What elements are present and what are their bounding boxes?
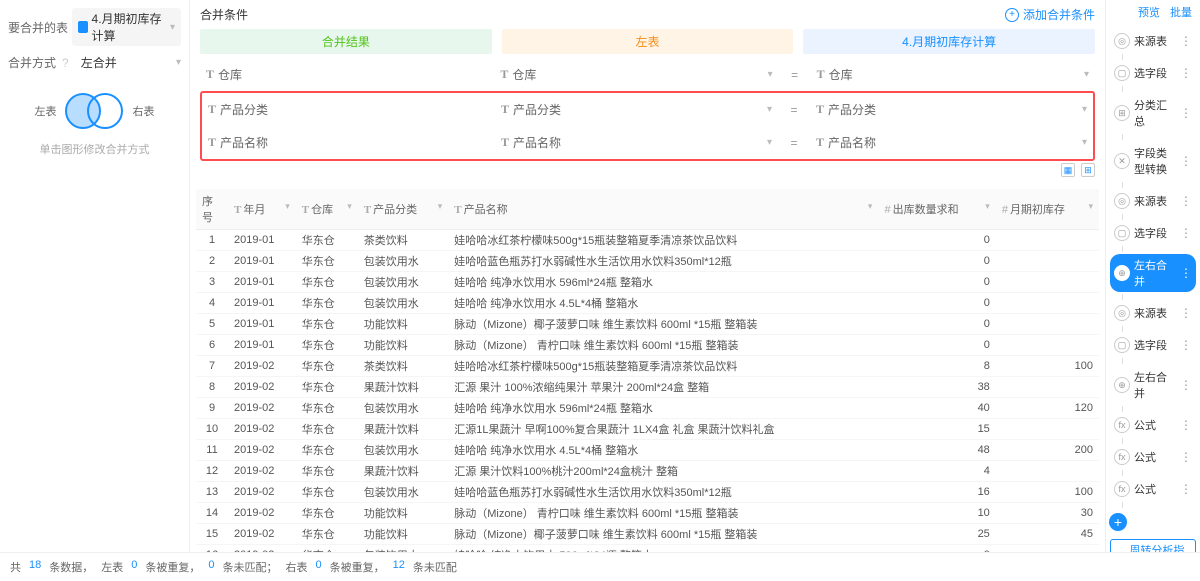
step-icon: ⊕ <box>1114 265 1130 281</box>
step-item[interactable]: ◎来源表⋮ <box>1110 302 1196 324</box>
step-icon: ◎ <box>1114 33 1130 49</box>
venn-diagram[interactable] <box>65 91 125 131</box>
more-icon[interactable]: ⋮ <box>1180 482 1192 496</box>
cond-result-field[interactable]: T产品名称 <box>202 130 485 155</box>
venn-right-label: 右表 <box>133 103 155 119</box>
table-view-icon-2[interactable]: ⊞ <box>1081 163 1095 177</box>
more-icon[interactable]: ⋮ <box>1180 306 1192 320</box>
step-item[interactable]: ◎来源表⋮ <box>1110 30 1196 52</box>
more-icon[interactable]: ⋮ <box>1180 226 1192 240</box>
more-icon[interactable]: ⋮ <box>1180 194 1192 208</box>
venn-left-label: 左表 <box>35 103 57 119</box>
step-icon: fx <box>1114 449 1130 465</box>
step-item[interactable]: fx公式⋮ <box>1110 414 1196 436</box>
step-icon: ◎ <box>1114 305 1130 321</box>
more-icon[interactable]: ⋮ <box>1180 66 1192 80</box>
more-icon[interactable]: ⋮ <box>1180 106 1192 120</box>
table-row[interactable]: 12019-01华东仓茶类饮料娃哈哈冰红茶柠檬味500g*15瓶装整箱夏季清凉茶… <box>196 230 1099 251</box>
cond-left-field[interactable]: T产品分类▾ <box>495 97 778 122</box>
footer-stats: 共18条数据， 左表0条被重复， 0条未匹配； 右表0条被重复， 12条未匹配 <box>0 552 1200 581</box>
add-step-button[interactable]: + <box>1109 513 1127 531</box>
table-row[interactable]: 142019-02华东仓功能饮料脉动（Mizone） 青柠口味 维生素饮料 60… <box>196 503 1099 524</box>
step-item[interactable]: ⊕左右合并⋮ <box>1110 254 1196 292</box>
data-table: 序号 T年月▾ T仓库▾ T产品分类▾ T产品名称▾ #出库数量求和▾ #月期初… <box>196 189 1099 581</box>
equals-icon: = <box>788 103 800 117</box>
table-icon <box>78 21 88 33</box>
step-icon: fx <box>1114 417 1130 433</box>
venn-hint: 单击图形修改合并方式 <box>8 141 181 157</box>
col-out-qty[interactable]: #出库数量求和▾ <box>878 189 995 230</box>
batch-link[interactable]: 批量 <box>1170 4 1192 20</box>
more-icon[interactable]: ⋮ <box>1180 266 1192 280</box>
step-icon: fx <box>1114 481 1130 497</box>
table-view-icon[interactable]: ▦ <box>1061 163 1075 177</box>
cond-left-field[interactable]: T仓库▾ <box>494 62 778 87</box>
step-item[interactable]: ⊕左右合并⋮ <box>1110 366 1196 404</box>
table-merge-value: 4.月期初库存计算 <box>92 10 166 44</box>
step-icon: ▢ <box>1114 337 1130 353</box>
add-condition-button[interactable]: + 添加合并条件 <box>1005 6 1095 23</box>
table-row[interactable]: 92019-02华东仓包装饮用水娃哈哈 纯净水饮用水 596ml*24瓶 整箱水… <box>196 398 1099 419</box>
step-item[interactable]: ✕字段类型转换⋮ <box>1110 142 1196 180</box>
cond-result-field[interactable]: T产品分类 <box>202 97 485 122</box>
table-row[interactable]: 32019-01华东仓包装饮用水娃哈哈 纯净水饮用水 596ml*24瓶 整箱水… <box>196 272 1099 293</box>
more-icon[interactable]: ⋮ <box>1180 338 1192 352</box>
more-icon[interactable]: ⋮ <box>1180 450 1192 464</box>
col-product[interactable]: T产品名称▾ <box>448 189 878 230</box>
cond-left-field[interactable]: T产品名称▾ <box>495 130 778 155</box>
step-item[interactable]: fx公式⋮ <box>1110 478 1196 500</box>
col-warehouse[interactable]: T仓库▾ <box>296 189 358 230</box>
equals-icon: = <box>788 136 800 150</box>
step-icon: ✕ <box>1114 153 1130 169</box>
step-item[interactable]: fx公式⋮ <box>1110 446 1196 468</box>
step-icon: ⊞ <box>1114 105 1130 121</box>
cond-result-field[interactable]: T仓库 <box>200 62 484 87</box>
cond-col-right: 4.月期初库存计算 <box>803 29 1095 54</box>
more-icon[interactable]: ⋮ <box>1180 34 1192 48</box>
more-icon[interactable]: ⋮ <box>1180 418 1192 432</box>
chevron-down-icon[interactable]: ▾ <box>176 57 181 68</box>
chevron-down-icon: ▾ <box>170 22 175 33</box>
help-icon[interactable]: ? <box>62 56 69 70</box>
cond-col-result: 合并结果 <box>200 29 492 54</box>
step-item[interactable]: ⊞分类汇总⋮ <box>1110 94 1196 132</box>
cond-right-field[interactable]: T产品名称▾ <box>810 130 1093 155</box>
table-row[interactable]: 52019-01华东仓功能饮料脉动（Mizone）椰子菠萝口味 维生素饮料 60… <box>196 314 1099 335</box>
cond-col-left: 左表 <box>502 29 794 54</box>
plus-icon: + <box>1005 8 1019 22</box>
table-row[interactable]: 132019-02华东仓包装饮用水娃哈哈蓝色瓶苏打水弱碱性水生活饮用水饮料350… <box>196 482 1099 503</box>
preview-link[interactable]: 预览 <box>1138 4 1160 20</box>
table-row[interactable]: 72019-02华东仓茶类饮料娃哈哈冰红茶柠檬味500g*15瓶装整箱夏季清凉茶… <box>196 356 1099 377</box>
more-icon[interactable]: ⋮ <box>1180 378 1192 392</box>
step-item[interactable]: ▢选字段⋮ <box>1110 334 1196 356</box>
step-icon: ⊕ <box>1114 377 1130 393</box>
table-row[interactable]: 122019-02华东仓果蔬汁饮料汇源 果汁饮料100%桃汁200ml*24盒桃… <box>196 461 1099 482</box>
table-row[interactable]: 42019-01华东仓包装饮用水娃哈哈 纯净水饮用水 4.5L*4桶 整箱水0 <box>196 293 1099 314</box>
step-item[interactable]: ▢选字段⋮ <box>1110 222 1196 244</box>
merge-cond-title: 合并条件 <box>200 6 248 23</box>
table-row[interactable]: 112019-02华东仓包装饮用水娃哈哈 纯净水饮用水 4.5L*4桶 整箱水4… <box>196 440 1099 461</box>
col-category[interactable]: T产品分类▾ <box>358 189 448 230</box>
table-row[interactable]: 22019-01华东仓包装饮用水娃哈哈蓝色瓶苏打水弱碱性水生活饮用水饮料350m… <box>196 251 1099 272</box>
cond-right-field[interactable]: T仓库▾ <box>811 62 1095 87</box>
col-begin-stock[interactable]: #月期初库存▾ <box>996 189 1099 230</box>
col-seq[interactable]: 序号 <box>196 189 228 230</box>
step-item[interactable]: ◎来源表⋮ <box>1110 190 1196 212</box>
equals-icon: = <box>789 68 801 82</box>
more-icon[interactable]: ⋮ <box>1180 154 1192 168</box>
col-yearmonth[interactable]: T年月▾ <box>228 189 296 230</box>
cond-right-field[interactable]: T产品分类▾ <box>810 97 1093 122</box>
table-row[interactable]: 152019-02华东仓功能饮料脉动（Mizone）椰子菠萝口味 维生素饮料 6… <box>196 524 1099 545</box>
merge-type-label: 合并方式 <box>8 54 56 71</box>
step-item[interactable]: ▢选字段⋮ <box>1110 62 1196 84</box>
merge-type-value: 左合并 <box>81 54 117 71</box>
table-row[interactable]: 82019-02华东仓果蔬汁饮料汇源 果汁 100%浓缩纯果汁 苹果汁 200m… <box>196 377 1099 398</box>
table-row[interactable]: 102019-02华东仓果蔬汁饮料汇源1L果蔬汁 早啊100%复合果蔬汁 1LX… <box>196 419 1099 440</box>
step-icon: ▢ <box>1114 65 1130 81</box>
table-merge-select[interactable]: 4.月期初库存计算 ▾ <box>72 8 181 46</box>
step-icon: ◎ <box>1114 193 1130 209</box>
table-merge-label: 要合并的表 <box>8 19 68 36</box>
table-row[interactable]: 62019-01华东仓功能饮料脉动（Mizone） 青柠口味 维生素饮料 600… <box>196 335 1099 356</box>
step-icon: ▢ <box>1114 225 1130 241</box>
